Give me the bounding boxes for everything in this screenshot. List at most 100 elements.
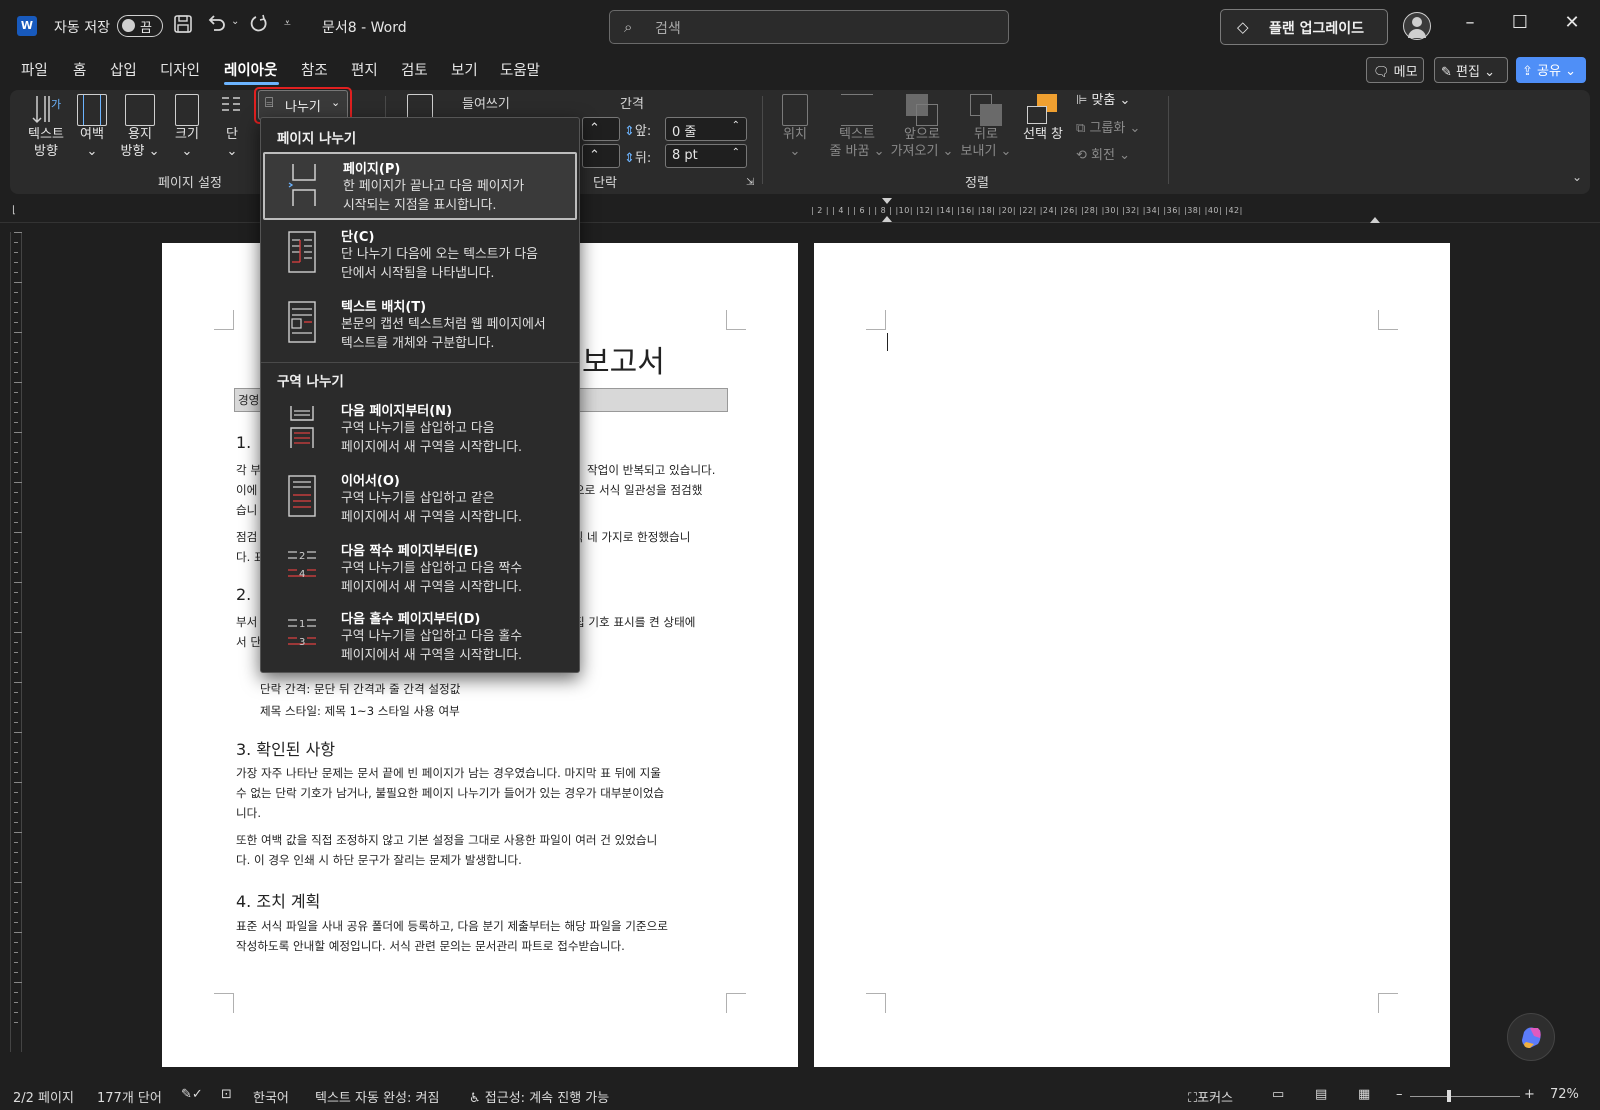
selection-pane-button[interactable]: 선택 창 bbox=[1018, 94, 1068, 143]
paragraph-dialog-launcher-icon[interactable]: ⇲ bbox=[746, 177, 754, 188]
editing-mode-button[interactable]: ✎ 편집 ⌄ bbox=[1434, 57, 1508, 83]
rotate-button[interactable]: ⟲ 회전 ⌄ bbox=[1076, 147, 1130, 164]
zoom-in-icon[interactable]: + bbox=[1524, 1087, 1535, 1102]
autosave-toggle[interactable]: 끔 bbox=[117, 15, 163, 37]
copilot-button[interactable] bbox=[1507, 1013, 1555, 1061]
ruler-tick bbox=[14, 782, 22, 783]
undo-dropdown-icon[interactable]: ⌄ bbox=[231, 16, 239, 27]
break-even-page-item[interactable]: 24 다음 짝수 페이지부터(E) 구역 나누기를 삽입하고 다음 짝수 페이지에… bbox=[263, 536, 577, 604]
spacing-before-input[interactable]: 0 줄 ⌃ bbox=[665, 117, 747, 141]
accessibility-status[interactable]: ♿ 접근성: 계속 진행 가능 bbox=[469, 1087, 609, 1106]
page-count[interactable]: 2/2 페이지 bbox=[13, 1087, 74, 1106]
macro-record-icon[interactable]: ⊡ bbox=[221, 1087, 232, 1102]
word-app-icon: W bbox=[17, 16, 37, 36]
search-box[interactable]: ⌕ 검색 bbox=[609, 10, 1009, 44]
right-indent-marker-icon[interactable] bbox=[1370, 212, 1380, 223]
ruler-tick bbox=[14, 992, 18, 993]
tab-selector-icon[interactable]: ⌊ bbox=[12, 205, 16, 216]
search-input[interactable]: 검색 bbox=[655, 18, 681, 38]
columns-button[interactable]: 단 ⌄ bbox=[220, 94, 244, 160]
body-text: 또한 여백 값을 직접 조정하지 않고 기본 설정을 그대로 사용한 파일이 여… bbox=[236, 833, 658, 847]
menu-divider bbox=[261, 362, 579, 363]
zoom-slider[interactable] bbox=[1410, 1090, 1520, 1102]
zoom-level[interactable]: 72% bbox=[1550, 1087, 1579, 1102]
account-avatar[interactable] bbox=[1403, 12, 1431, 40]
ruler-tick bbox=[14, 392, 18, 393]
ruler-tick bbox=[14, 292, 18, 293]
spacing-after-input[interactable]: 8 pt ⌃ bbox=[665, 144, 747, 168]
odd-page-break-icon: 13 bbox=[285, 612, 319, 658]
minimize-icon[interactable]: – bbox=[1455, 12, 1485, 33]
ruler-tick bbox=[14, 542, 18, 543]
proofing-icon[interactable]: ✎✓ bbox=[181, 1087, 203, 1102]
list-item: 제목 스타일: 제목 1~3 스타일 사용 여부 bbox=[260, 704, 460, 718]
bring-forward-button[interactable]: 앞으로 가져오기 ⌄ bbox=[890, 94, 954, 160]
body-text: 각 부 bbox=[236, 463, 262, 477]
accessibility-icon: ♿ bbox=[469, 1091, 481, 1106]
position-button[interactable]: 위치 ⌄ bbox=[775, 94, 815, 160]
heading-1: 1. bbox=[236, 433, 252, 452]
size-button[interactable]: 크기 ⌄ bbox=[172, 94, 202, 160]
share-button[interactable]: ⇪ 공유 ⌄ bbox=[1516, 57, 1586, 83]
tab-design[interactable]: 디자인 bbox=[160, 59, 200, 80]
ribbon-collapse-icon[interactable]: ⌄ bbox=[1572, 170, 1582, 184]
body-text: 작성하도록 안내할 예정입니다. 서식 관련 문의는 문서관리 파트로 접수받습… bbox=[236, 939, 625, 953]
redo-icon[interactable] bbox=[248, 14, 270, 39]
zoom-slider-thumb[interactable] bbox=[1447, 1090, 1451, 1102]
ruler-tick bbox=[14, 712, 18, 713]
maximize-icon[interactable]: ☐ bbox=[1505, 12, 1535, 33]
ruler-tick bbox=[14, 812, 18, 813]
indent-left-spinner[interactable]: ⌃ bbox=[582, 117, 620, 141]
text-predictions-status[interactable]: 텍스트 자동 완성: 켜짐 bbox=[315, 1087, 439, 1106]
tab-file[interactable]: 파일 bbox=[21, 59, 48, 80]
close-icon[interactable]: ✕ bbox=[1557, 12, 1587, 33]
tab-view[interactable]: 보기 bbox=[451, 59, 478, 80]
orientation-button[interactable]: 용지 방향 ⌄ bbox=[120, 94, 160, 160]
break-continuous-item[interactable]: 이어서(O) 구역 나누기를 삽입하고 같은 페이지에서 새 구역을 시작합니다. bbox=[263, 466, 577, 534]
indent-marker-icon[interactable] bbox=[882, 198, 892, 222]
indent-right-spinner[interactable]: ⌃ bbox=[582, 144, 620, 168]
text-direction-button[interactable]: 가 텍스트 방향 bbox=[28, 94, 64, 160]
tab-review[interactable]: 검토 bbox=[401, 59, 428, 80]
tab-mailings[interactable]: 편지 bbox=[351, 59, 378, 80]
body-text: 니다. bbox=[236, 806, 262, 820]
print-layout-icon[interactable]: ▤ bbox=[1315, 1087, 1327, 1102]
save-icon[interactable] bbox=[173, 14, 193, 39]
tab-help[interactable]: 도움말 bbox=[500, 59, 540, 80]
tab-layout[interactable]: 레이아웃 bbox=[224, 59, 277, 80]
tab-home[interactable]: 홈 bbox=[73, 59, 86, 80]
read-mode-icon[interactable]: ▭ bbox=[1272, 1087, 1284, 1102]
break-odd-page-item[interactable]: 13 다음 홀수 페이지부터(D) 구역 나누기를 삽입하고 다음 홀수 페이지에… bbox=[263, 604, 577, 672]
memo-button[interactable]: 🗨 메모 bbox=[1366, 57, 1424, 83]
ribbon-separator bbox=[1168, 96, 1169, 184]
break-page-item[interactable]: 페이지(P) 한 페이지가 끝나고 다음 페이지가 시작되는 지점을 표시합니다. bbox=[263, 152, 577, 220]
undo-icon[interactable] bbox=[206, 14, 228, 39]
document-page-2[interactable] bbox=[814, 243, 1450, 1067]
align-button[interactable]: ⊫ 맞춤 ⌄ bbox=[1076, 92, 1130, 109]
wrap-text-button[interactable]: 텍스트 줄 바꿈 ⌄ bbox=[825, 94, 889, 160]
focus-mode-button[interactable]: ⛶포커스 bbox=[1188, 1087, 1233, 1106]
break-next-page-item[interactable]: 다음 페이지부터(N) 구역 나누기를 삽입하고 다음 페이지에서 새 구역을 시… bbox=[263, 396, 577, 464]
word-count[interactable]: 177개 단어 bbox=[97, 1087, 162, 1106]
break-column-item[interactable]: 단(C) 단 나누기 다음에 오는 텍스트가 다음 단에서 시작됨을 나타냅니다. bbox=[263, 222, 577, 290]
document-title: 보고서 bbox=[582, 345, 665, 380]
document-title: 문서8 - Word bbox=[322, 20, 407, 36]
tab-insert[interactable]: 삽입 bbox=[110, 59, 137, 80]
pencil-icon: ✎ bbox=[1441, 65, 1452, 80]
vertical-ruler[interactable] bbox=[10, 232, 22, 1052]
break-text-wrapping-item[interactable]: 텍스트 배치(T) 본문의 캡션 텍스트처럼 웹 페이지에서 텍스트를 개체와 구… bbox=[263, 292, 577, 360]
horizontal-ruler[interactable]: | 2 | | 4 | | 6 | | 8 | |10| |12| |14| |… bbox=[811, 206, 1379, 218]
language-indicator[interactable]: 한국어 bbox=[253, 1087, 289, 1106]
web-layout-icon[interactable]: ▦ bbox=[1358, 1087, 1370, 1102]
send-backward-button[interactable]: 뒤로 보내기 ⌄ bbox=[956, 94, 1016, 160]
ruler-tick bbox=[14, 1022, 18, 1023]
margins-button[interactable]: 여백 ⌄ bbox=[76, 94, 108, 160]
group-button[interactable]: ⧉ 그룹화 ⌄ bbox=[1076, 120, 1140, 137]
tab-references[interactable]: 참조 bbox=[301, 59, 328, 80]
upgrade-plan-button[interactable]: ◇ 플랜 업그레이드 bbox=[1220, 9, 1388, 45]
zoom-out-icon[interactable]: – bbox=[1396, 1087, 1403, 1102]
customize-quick-access-icon[interactable]: ⩡ bbox=[284, 16, 291, 31]
heading-2: 2. bbox=[236, 585, 252, 604]
body-text: 점검 bbox=[236, 530, 258, 544]
active-tab-indicator bbox=[224, 82, 279, 85]
